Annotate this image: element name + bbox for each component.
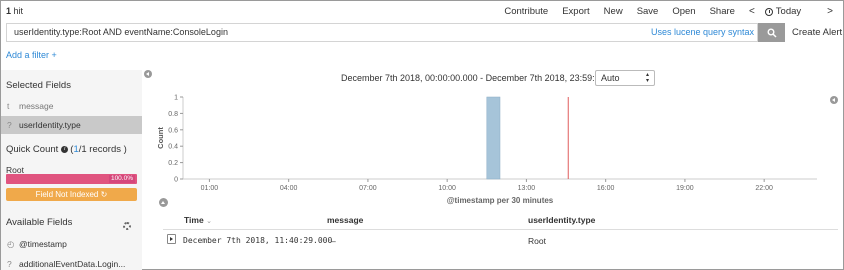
histogram-bar (486, 96, 501, 180)
y-tick-label: 1 (174, 95, 178, 102)
unknown-type-icon: ? (7, 120, 12, 130)
x-axis-label: @timestamp per 30 minutes (447, 196, 554, 205)
histogram-chart: 0 0.2 0.4 0.6 0.8 1 01:00 04:00 07:00 10:00 13:00 1… (156, 95, 817, 205)
column-header-time[interactable]: Time ⌄ (184, 215, 212, 225)
search-button[interactable] (758, 23, 785, 42)
add-filter-link[interactable]: Add a filter + (6, 50, 57, 60)
percent-bar: 100.0% (6, 174, 137, 184)
contribute-button[interactable]: Contribute (504, 6, 548, 17)
info-icon: i (61, 146, 69, 153)
x-tick-label: 07:00 (359, 185, 377, 192)
x-tick-label: 16:00 (597, 185, 615, 192)
field-name: @timestamp (19, 239, 67, 249)
x-tick-label: 19:00 (676, 185, 694, 192)
quick-count: Quick Count i ( 1 /1 records ) (1, 144, 127, 155)
selected-fields-heading: Selected Fields (6, 80, 71, 91)
x-tick-label: 04:00 (280, 185, 298, 192)
field-name: additionalEventData.Login... (19, 259, 126, 269)
open-button[interactable]: Open (672, 6, 695, 17)
unknown-type-icon: ? (7, 259, 12, 269)
available-field-timestamp[interactable]: ◴ @timestamp (1, 235, 142, 253)
quick-count-title: Quick Count (6, 144, 59, 155)
column-header-useridentity-type[interactable]: userIdentity.type (528, 215, 595, 225)
top-menu: Contribute Export New Save Open Share < … (504, 6, 843, 17)
y-tick-label: 0.6 (168, 127, 178, 134)
y-tick-label: 0.8 (168, 111, 178, 118)
column-header-message[interactable]: message (327, 215, 363, 225)
quick-count-records: /1 records ) (78, 144, 127, 155)
search-icon (767, 28, 777, 38)
time-picker-button[interactable]: Today (764, 6, 815, 17)
string-type-icon: t (7, 101, 10, 111)
interval-select[interactable]: Auto (595, 70, 655, 86)
table-cell-time: December 7th 2018, 11:40:29.000 (183, 236, 333, 245)
sort-desc-icon[interactable]: ⌄ (206, 218, 212, 225)
hit-count: 1 hit (6, 6, 23, 16)
column-time-label: Time (184, 215, 204, 225)
next-time-button[interactable]: > (827, 6, 833, 17)
clock-type-icon: ◴ (7, 238, 15, 249)
time-picker-label: Today (775, 6, 802, 17)
gear-icon[interactable] (123, 222, 131, 230)
x-tick-label: 10:00 (438, 185, 456, 192)
x-tick-label: 13:00 (518, 185, 536, 192)
x-tick-label: 22:00 (755, 185, 773, 192)
expand-row-icon[interactable] (167, 234, 176, 244)
table-divider (163, 229, 838, 230)
save-button[interactable]: Save (637, 6, 659, 17)
selected-field-useridentity-type[interactable]: ? userIdentity.type (1, 116, 142, 134)
y-axis-label: Count (156, 127, 165, 149)
date-range-label: December 7th 2018, 00:00:00.000 - Decemb… (341, 73, 634, 83)
hit-label: hit (13, 6, 24, 16)
y-tick-label: 0 (174, 177, 178, 184)
y-tick-label: 0.4 (168, 144, 178, 151)
field-name: message (19, 101, 54, 111)
hit-number: 1 (6, 6, 12, 16)
new-button[interactable]: New (604, 6, 623, 17)
available-fields-heading: Available Fields (6, 217, 73, 228)
table-cell-type: Root (528, 236, 546, 246)
lucene-syntax-link[interactable]: Uses lucene query syntax (651, 27, 754, 37)
field-name: userIdentity.type (19, 120, 81, 130)
share-button[interactable]: Share (710, 6, 735, 17)
clock-icon (764, 7, 773, 16)
prev-time-button[interactable]: < (749, 6, 755, 17)
top-bar: 1 hit Contribute Export New Save Open Sh… (1, 1, 843, 21)
export-button[interactable]: Export (562, 6, 589, 17)
search-input[interactable]: userIdentity.type:Root AND eventName:Con… (6, 23, 758, 42)
table-cell-message: – (331, 236, 336, 246)
search-row: userIdentity.type:Root AND eventName:Con… (6, 23, 844, 42)
selected-field-message[interactable]: t message (1, 97, 142, 115)
collapse-sidebar-icon[interactable] (144, 70, 152, 78)
field-not-indexed-button[interactable]: Field Not Indexed ↻ (6, 188, 137, 201)
available-field-additionaleventdata[interactable]: ? additionalEventData.Login... (1, 255, 142, 270)
y-tick-label: 0.2 (168, 160, 178, 167)
x-tick-label: 01:00 (201, 185, 219, 192)
field-sidebar: Selected Fields t message ? userIdentity… (1, 70, 142, 270)
collapse-chart-icon[interactable] (159, 198, 168, 207)
create-alert-button[interactable]: Create Alert (792, 27, 842, 38)
percent-label: 100.0% (108, 175, 135, 183)
collapse-right-icon[interactable] (830, 96, 838, 104)
